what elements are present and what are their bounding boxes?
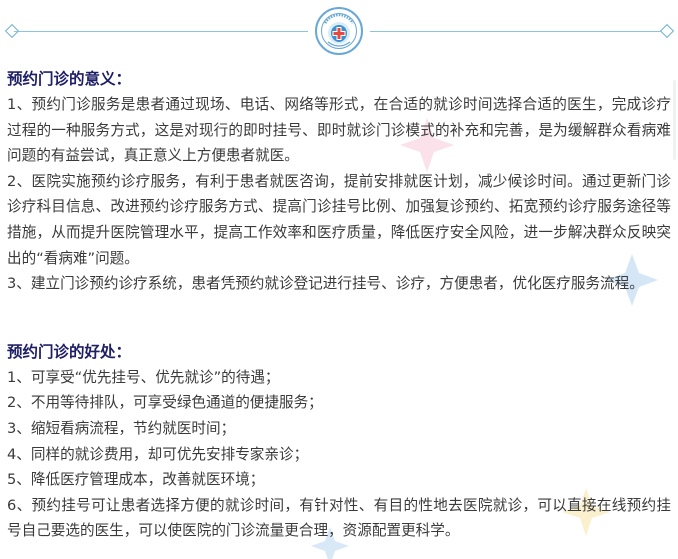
significance-item-2: 2、医院实施预约诊疗服务，有利于患者就医咨询，提前安排就医计划，减少候诊时间。通… — [7, 172, 671, 267]
scrollbar-track[interactable] — [673, 80, 676, 160]
hospital-seal-icon — [315, 7, 363, 55]
divider-line-right — [370, 31, 664, 32]
benefit-item-3: 3、缩短看病流程，节约就医时间； — [7, 419, 236, 437]
divider-line-left — [14, 31, 308, 32]
benefit-item-5: 5、降低医疗管理成本，改善就医环境； — [7, 471, 265, 489]
benefit-item-1: 1、可享受“优先挂号、优先就诊”的待遇； — [7, 368, 280, 386]
significance-item-1: 1、预约门诊服务是患者通过现场、电话、网络等形式，在合适的就诊时间选择合适的医生… — [7, 96, 671, 165]
article-content: 预约门诊的意义： 1、预约门诊服务是患者通过现场、电话、网络等形式，在合适的就诊… — [7, 66, 671, 544]
header-ornament — [0, 0, 678, 64]
benefit-item-2: 2、不用等待排队，可享受绿色通道的便捷服务； — [7, 394, 323, 412]
diamond-right-icon — [659, 23, 675, 39]
section-title-benefits: 预约门诊的好处： — [7, 342, 132, 361]
article-page: 预约门诊的意义： 1、预约门诊服务是患者通过现场、电话、网络等形式，在合适的就诊… — [0, 0, 678, 559]
benefit-item-6: 6、预约挂号可让患者选择方便的就诊时间，有针对性、有目的性地去医院就诊，可以直接… — [7, 496, 671, 540]
significance-item-3: 3、建立门诊预约诊疗系统，患者凭预约就诊登记进行挂号、诊疗，方便患者，优化医疗服… — [7, 275, 644, 293]
section-title-significance: 预约门诊的意义： — [7, 70, 132, 88]
benefit-item-4: 4、同样的就诊费用，却可优先安排专家亲诊； — [7, 445, 309, 463]
